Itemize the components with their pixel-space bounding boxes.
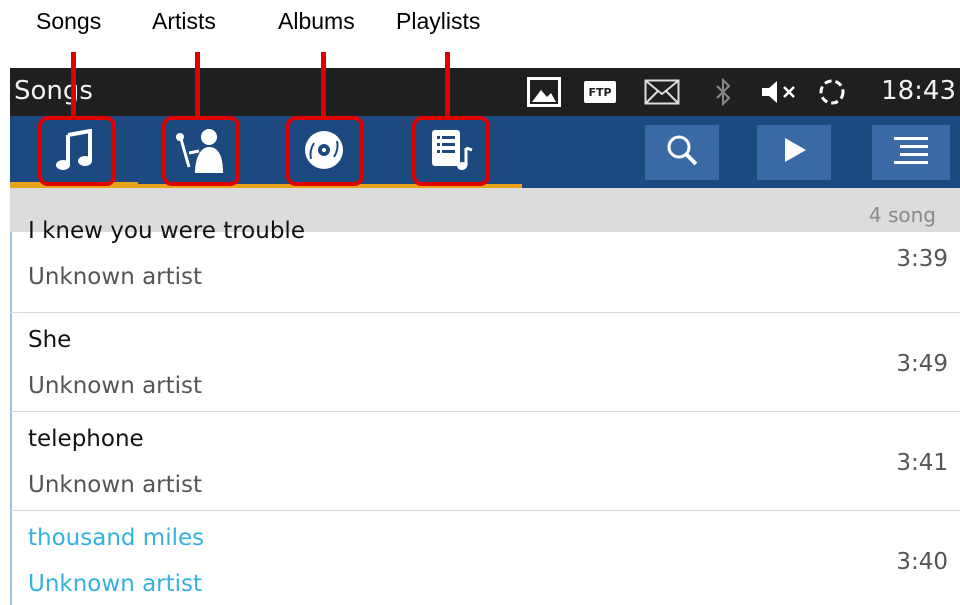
mail-icon xyxy=(642,68,682,116)
tab-artists[interactable] xyxy=(168,122,232,182)
disc-icon xyxy=(303,129,345,176)
muted-volume-icon xyxy=(758,68,802,116)
song-title: telephone xyxy=(28,426,144,452)
music-app-screen: Songs FTP 18:43 4 song I knew you were t… xyxy=(10,68,960,605)
callout-line-songs xyxy=(71,52,76,116)
status-time: 18:43 xyxy=(881,76,956,106)
song-duration: 3:41 xyxy=(896,450,948,476)
song-title: She xyxy=(28,327,72,353)
bluetooth-icon xyxy=(708,68,738,116)
song-title: I knew you were trouble xyxy=(28,218,305,244)
tab-playlists[interactable] xyxy=(420,122,484,182)
status-title: Songs xyxy=(14,76,93,106)
play-icon xyxy=(779,135,809,170)
song-artist: Unknown artist xyxy=(28,472,203,498)
ftp-icon: FTP xyxy=(580,68,620,116)
ftp-label: FTP xyxy=(588,85,612,99)
status-bar: Songs FTP 18:43 xyxy=(10,68,960,116)
menu-icon xyxy=(892,135,930,170)
callout-playlists: Playlists xyxy=(396,8,481,34)
song-row-now-playing[interactable]: thousand miles Unknown artist 3:40 xyxy=(10,511,960,605)
song-artist: Unknown artist xyxy=(28,571,203,597)
play-button[interactable] xyxy=(757,125,831,180)
song-duration: 3:49 xyxy=(896,351,948,377)
callout-songs: Songs xyxy=(36,8,102,34)
menu-button[interactable] xyxy=(872,125,950,180)
search-button[interactable] xyxy=(645,125,719,180)
song-artist: Unknown artist xyxy=(28,373,203,399)
callout-albums: Albums xyxy=(278,8,355,34)
callout-line-playlists xyxy=(445,52,450,116)
song-title: thousand miles xyxy=(28,525,205,551)
song-artist: Unknown artist xyxy=(28,264,203,290)
action-bar xyxy=(10,116,960,188)
callout-line-artists xyxy=(195,52,200,116)
singer-icon xyxy=(175,127,225,178)
song-row[interactable]: I knew you were trouble Unknown artist 3… xyxy=(10,218,960,313)
song-row[interactable]: She Unknown artist 3:49 xyxy=(10,313,960,412)
song-row[interactable]: telephone Unknown artist 3:41 xyxy=(10,412,960,511)
image-icon xyxy=(524,68,564,116)
song-duration: 3:39 xyxy=(896,246,948,272)
tab-albums[interactable] xyxy=(292,122,356,182)
playlist-icon xyxy=(430,128,474,177)
callout-artists: Artists xyxy=(152,8,216,34)
tab-songs[interactable] xyxy=(44,122,108,182)
music-note-icon xyxy=(56,128,96,176)
callout-line-albums xyxy=(321,52,326,116)
search-icon xyxy=(665,133,699,172)
song-duration: 3:40 xyxy=(896,549,948,575)
sync-icon xyxy=(814,68,850,116)
